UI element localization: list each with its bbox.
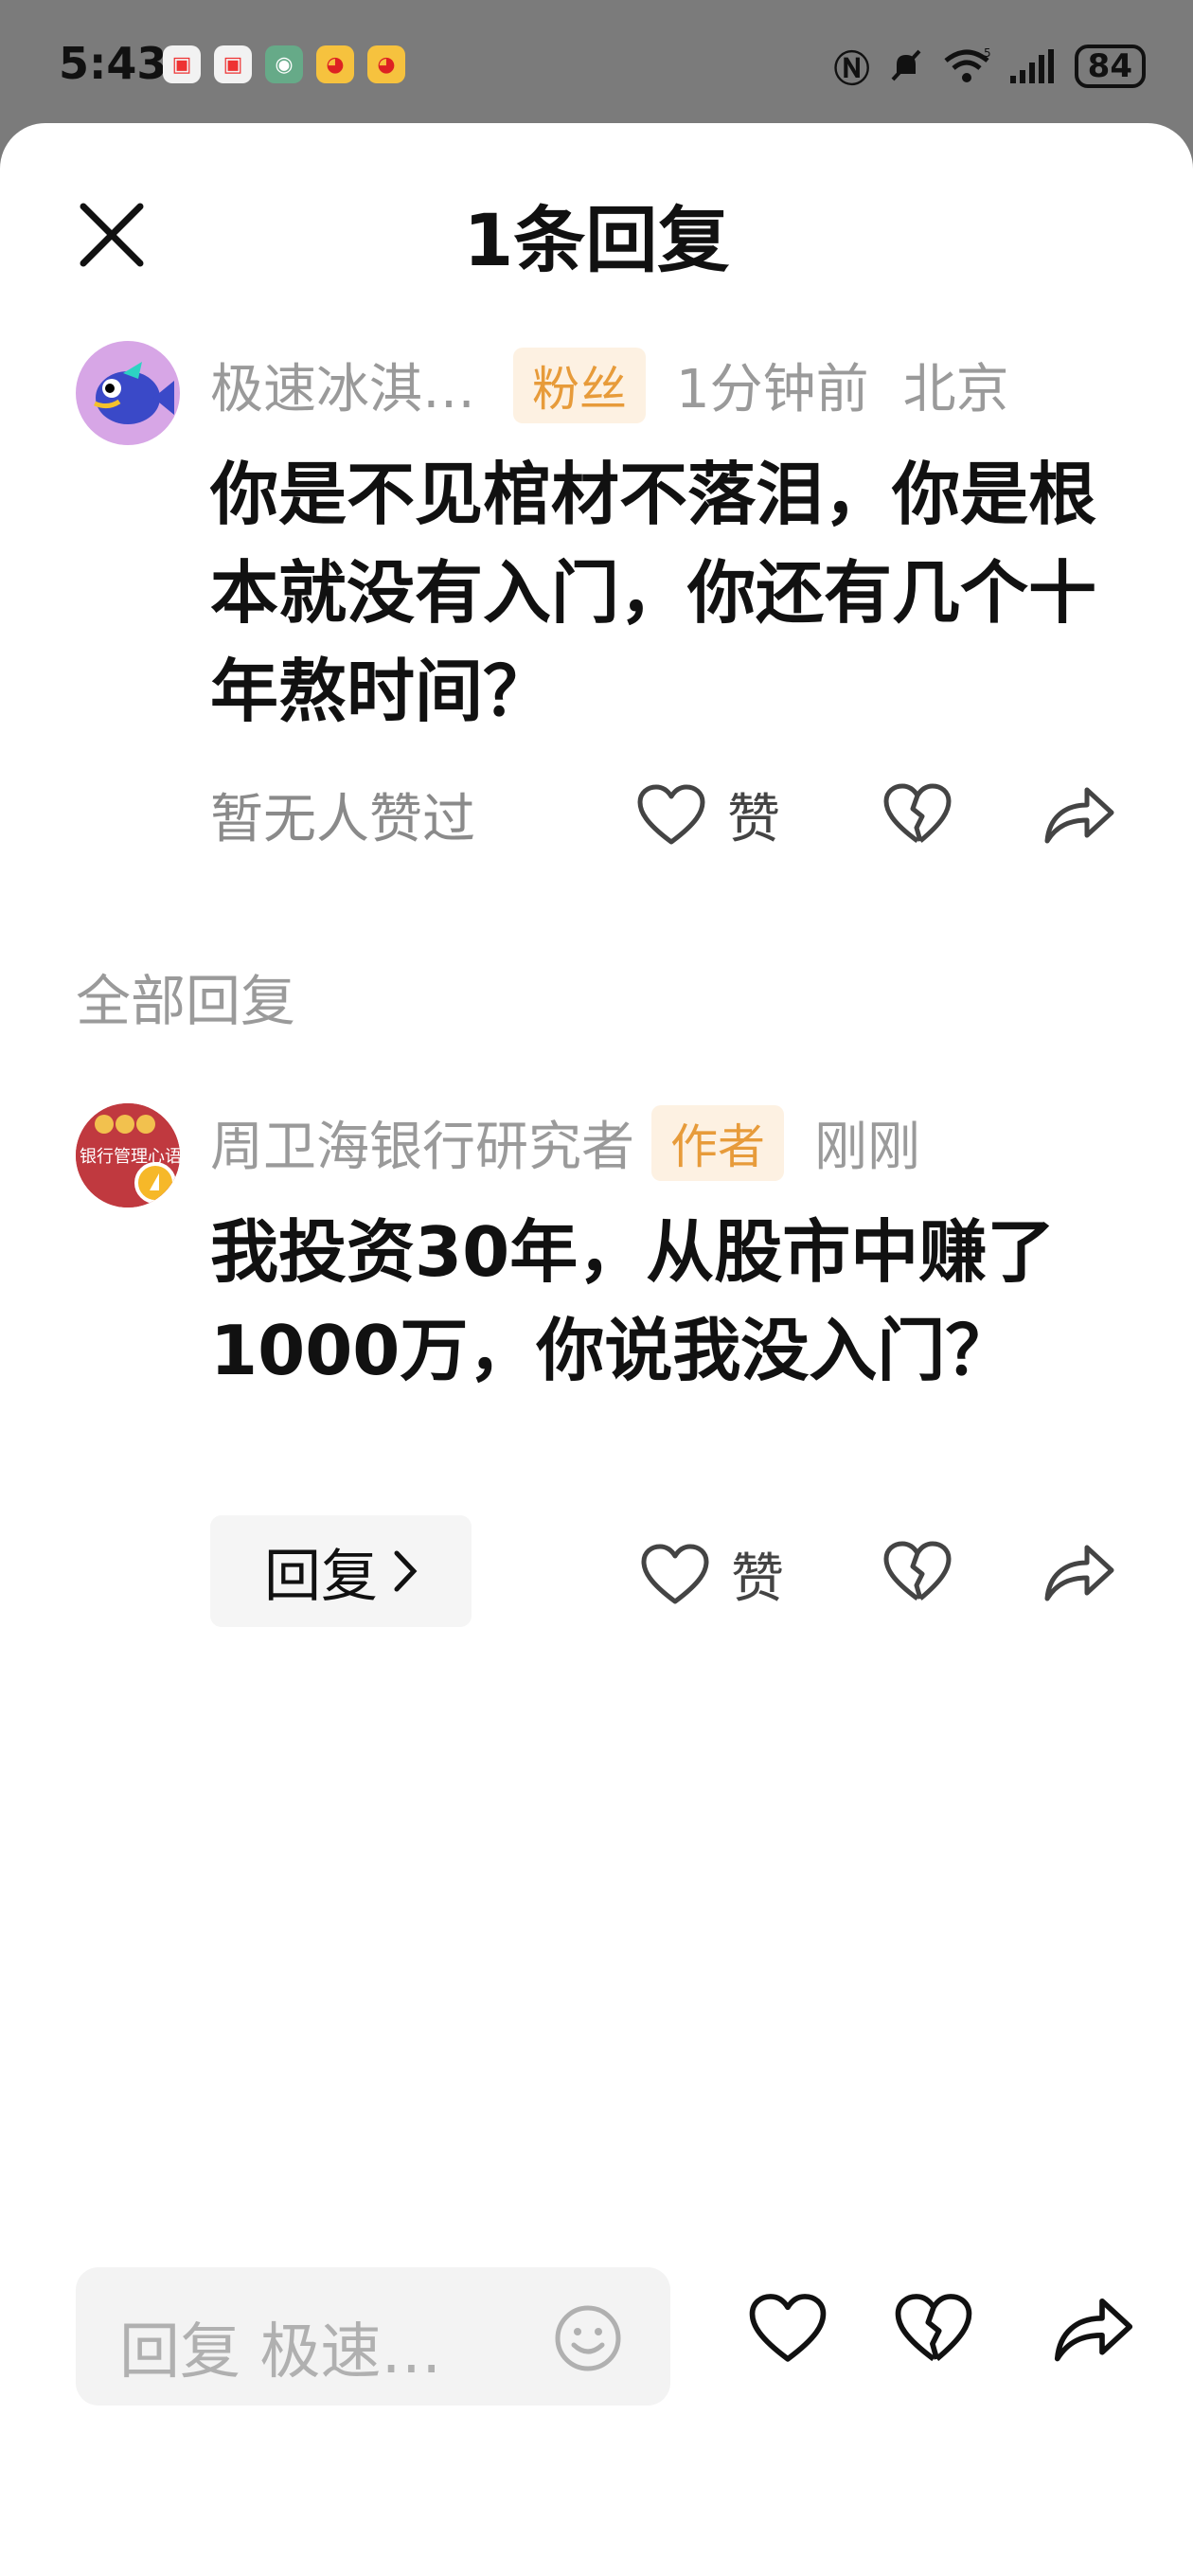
reply-button[interactable]: 回复 — [210, 1515, 472, 1627]
comment-text[interactable]: 你是不见棺材不落泪，你是根本就没有入门，你还有几个十年熬时间？ — [210, 445, 1110, 741]
comment-time: 1分钟前 — [676, 359, 869, 420]
commenter-avatar[interactable] — [76, 341, 180, 445]
share-icon[interactable] — [1051, 2292, 1136, 2366]
reply-input-placeholder: 回复 极速… — [119, 2317, 442, 2388]
comment-meta: 极速冰淇… 粉丝 1分钟前 北京 — [210, 347, 1009, 423]
reply-text[interactable]: 我投资30年，从股市中赚了1000万，你说我没入门？ — [210, 1203, 1110, 1400]
reply-input[interactable]: 回复 极速… — [76, 2267, 670, 2406]
fan-badge: 粉丝 — [513, 347, 646, 423]
status-indicators: Ⓝ 5G 84 — [834, 40, 1146, 92]
heart-icon — [637, 784, 705, 844]
broken-heart-icon[interactable] — [894, 2292, 973, 2366]
status-time: 5:43 — [59, 38, 168, 89]
app-notification-icon: ▣ — [214, 45, 252, 83]
emoji-icon[interactable] — [553, 2303, 623, 2373]
weibo-icon: ◕ — [367, 45, 405, 83]
reply-meta: 周卫海银行研究者 作者 刚刚 — [210, 1104, 920, 1181]
author-badge: 作者 — [651, 1104, 784, 1181]
app-notification-icon: ▣ — [163, 45, 201, 83]
wifi-icon: 5G — [944, 47, 991, 82]
commenter-name[interactable]: 极速冰淇… — [210, 347, 475, 423]
like-label: 赞 — [731, 1548, 784, 1610]
replier-avatar[interactable]: 银行管理心语 — [76, 1103, 180, 1208]
status-app-icons: ▣ ▣ ◉ ◕ ◕ — [163, 45, 405, 83]
like-label: 赞 — [727, 789, 780, 850]
mute-icon — [891, 49, 921, 80]
chevron-right-icon — [394, 1550, 418, 1592]
likes-summary: 暂无人赞过 — [210, 789, 475, 850]
nfc-icon: Ⓝ — [833, 48, 870, 90]
signal-icon — [1009, 48, 1054, 83]
reply-button-label: 回复 — [264, 1543, 378, 1610]
replier-name[interactable]: 周卫海银行研究者 — [210, 1104, 634, 1181]
app-notification-icon: ◉ — [265, 45, 303, 83]
heart-icon — [641, 1544, 709, 1603]
share-icon[interactable] — [1042, 782, 1117, 847]
broken-heart-icon[interactable] — [882, 782, 953, 847]
status-bar: 5:43 ▣ ▣ ◉ ◕ ◕ Ⓝ 5G 84 — [0, 0, 1193, 123]
share-icon[interactable] — [1042, 1540, 1117, 1604]
fish-avatar-icon — [94, 362, 174, 424]
section-all-replies: 全部回复 — [76, 969, 296, 1033]
broken-heart-icon[interactable] — [882, 1540, 953, 1604]
heart-icon[interactable] — [748, 2292, 828, 2366]
reply-time: 刚刚 — [814, 1117, 920, 1178]
like-button[interactable]: 赞 — [636, 777, 780, 853]
battery-indicator: 84 — [1074, 44, 1146, 88]
svg-text:5G: 5G — [984, 47, 991, 60]
weibo-icon: ◕ — [316, 45, 354, 83]
reply-like-button[interactable]: 赞 — [640, 1536, 784, 1613]
reply-sheet: 1条回复 极速冰淇… 粉丝 1分钟前 北京 你是不见棺材不落泪，你是根本就没有入… — [0, 123, 1193, 2576]
svg-text:银行管理心语: 银行管理心语 — [80, 1147, 180, 1167]
comment-location: 北京 — [902, 359, 1009, 420]
bank-avatar-icon: 银行管理心语 — [76, 1103, 180, 1208]
sheet-title: 1条回复 — [463, 198, 730, 282]
